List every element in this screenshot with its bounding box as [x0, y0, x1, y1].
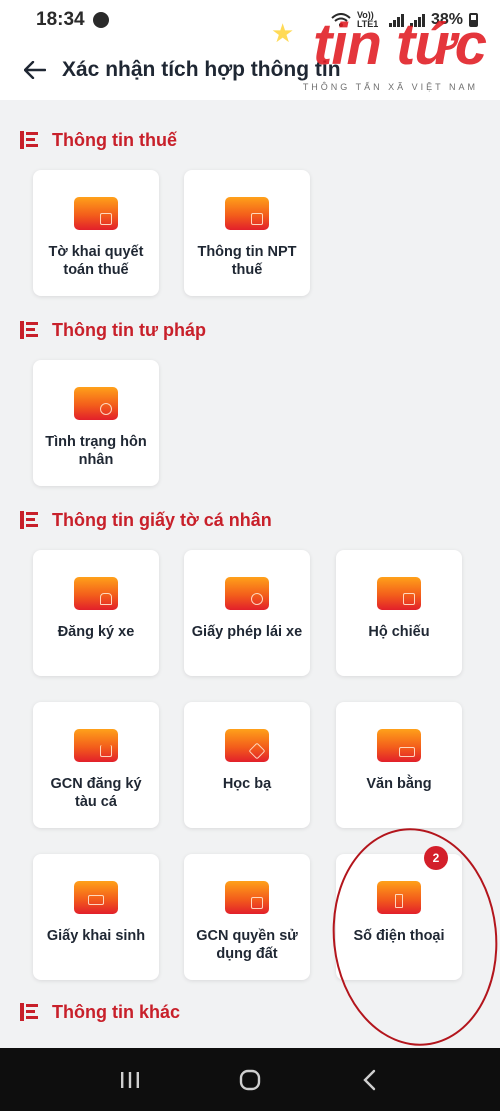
card-label: GCN đăng ký tàu cá	[50, 776, 142, 810]
card-label: Học bạ	[222, 776, 272, 792]
battery-percent: 38%	[430, 11, 463, 28]
card-label: Tờ khai quyết toán thuế	[48, 244, 144, 278]
phone-tower-icon	[377, 881, 421, 914]
card-phone-number[interactable]: 2 Số điện thoại	[336, 846, 462, 980]
card-land-use-certificate[interactable]: GCN quyền sử dụng đất	[184, 854, 310, 980]
signal-icon-2	[409, 13, 425, 27]
card-driver-license[interactable]: Giấy phép lái xe	[184, 550, 310, 676]
system-nav-bar	[0, 1048, 500, 1111]
back-button[interactable]	[22, 57, 48, 83]
graduation-cap-icon	[225, 729, 269, 762]
section-title: Thông tin thuế	[52, 129, 177, 150]
card-birth-certificate[interactable]: Giấy khai sinh	[33, 854, 159, 980]
section-list-icon	[20, 321, 38, 339]
card-label: Đăng ký xe	[57, 624, 135, 640]
main-content[interactable]: Thông tin thuế Tờ khai quyết toán thuế T…	[0, 100, 500, 1048]
network-type: Vo)) LTE1	[356, 10, 379, 29]
driver-license-icon	[225, 577, 269, 610]
birth-certificate-icon	[74, 881, 118, 914]
card-label: Văn bằng	[366, 776, 432, 792]
card-fishing-boat[interactable]: GCN đăng ký tàu cá	[33, 702, 159, 828]
section-title: Thông tin khác	[52, 1001, 180, 1022]
recent-apps-button[interactable]	[110, 1060, 150, 1100]
dependents-icon	[225, 197, 269, 230]
card-label: Tình trạng hôn nhân	[45, 434, 147, 468]
section-list-icon	[20, 511, 38, 529]
land-certificate-icon	[225, 881, 269, 914]
card-school-record[interactable]: Học bạ	[184, 702, 310, 828]
signal-icon	[388, 13, 404, 27]
fishing-boat-icon	[74, 729, 118, 762]
car-icon	[74, 577, 118, 610]
app-header: Xác nhận tích hợp thông tin	[0, 40, 500, 100]
card-label: Hộ chiếu	[368, 624, 430, 640]
section-header-other: Thông tin khác	[20, 1000, 180, 1024]
section-list-icon	[20, 1003, 38, 1021]
card-label: Số điện thoại	[353, 928, 445, 944]
section-header-tax: Thông tin thuế	[20, 128, 177, 152]
battery-icon	[469, 13, 478, 27]
card-tax-dependents[interactable]: Thông tin NPT thuế	[184, 170, 310, 296]
recent-apps-icon	[121, 1071, 139, 1088]
tax-document-icon	[74, 197, 118, 230]
card-diploma[interactable]: Văn bằng	[336, 702, 462, 828]
page-title: Xác nhận tích hợp thông tin	[62, 58, 341, 81]
notification-badge: 2	[424, 846, 448, 870]
section-title: Thông tin giấy tờ cá nhân	[52, 509, 272, 530]
section-title: Thông tin tư pháp	[52, 319, 206, 340]
card-tax-declaration[interactable]: Tờ khai quyết toán thuế	[33, 170, 159, 296]
section-header-personal-docs: Thông tin giấy tờ cá nhân	[20, 508, 272, 532]
arrow-left-icon	[24, 61, 46, 79]
marriage-rings-icon	[74, 387, 118, 420]
home-button[interactable]	[230, 1060, 270, 1100]
home-circle-icon	[239, 1069, 261, 1090]
card-label: GCN quyền sử dụng đất	[196, 928, 298, 962]
messenger-icon	[92, 12, 109, 28]
chevron-left-icon	[363, 1069, 376, 1090]
card-label: Giấy phép lái xe	[191, 624, 303, 640]
card-passport[interactable]: Hộ chiếu	[336, 550, 462, 676]
passport-icon	[377, 577, 421, 610]
back-nav-button[interactable]	[350, 1060, 390, 1100]
section-list-icon	[20, 131, 38, 149]
status-time: 18:34	[36, 9, 85, 30]
card-label: Thông tin NPT thuế	[197, 244, 297, 278]
status-indicators: Vo)) LTE1 38%	[331, 11, 478, 29]
card-marital-status[interactable]: Tình trạng hôn nhân	[33, 360, 159, 486]
wifi-icon	[331, 13, 351, 27]
section-header-judicial: Thông tin tư pháp	[20, 318, 206, 342]
diploma-icon	[377, 729, 421, 762]
card-label: Giấy khai sinh	[46, 928, 146, 944]
card-vehicle-registration[interactable]: Đăng ký xe	[33, 550, 159, 676]
status-bar: 18:34 Vo)) LTE1 38%	[0, 0, 500, 40]
